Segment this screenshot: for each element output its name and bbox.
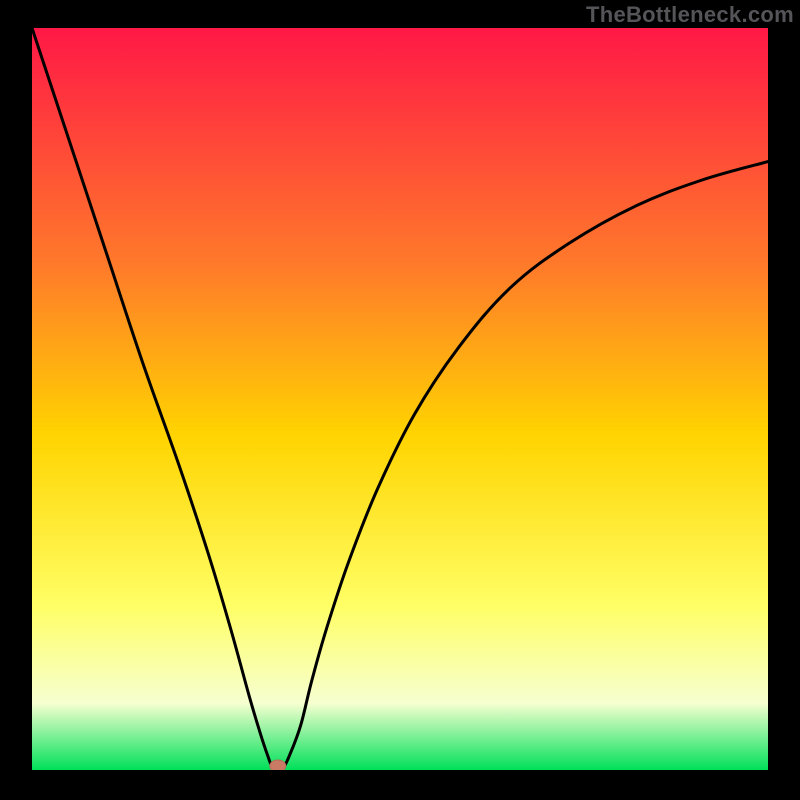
watermark-text: TheBottleneck.com bbox=[586, 2, 794, 28]
min-bottleneck-marker bbox=[270, 760, 286, 770]
gradient-background bbox=[32, 28, 768, 770]
bottleneck-curve-chart bbox=[32, 28, 768, 770]
plot-area bbox=[32, 28, 768, 770]
chart-frame: TheBottleneck.com bbox=[0, 0, 800, 800]
